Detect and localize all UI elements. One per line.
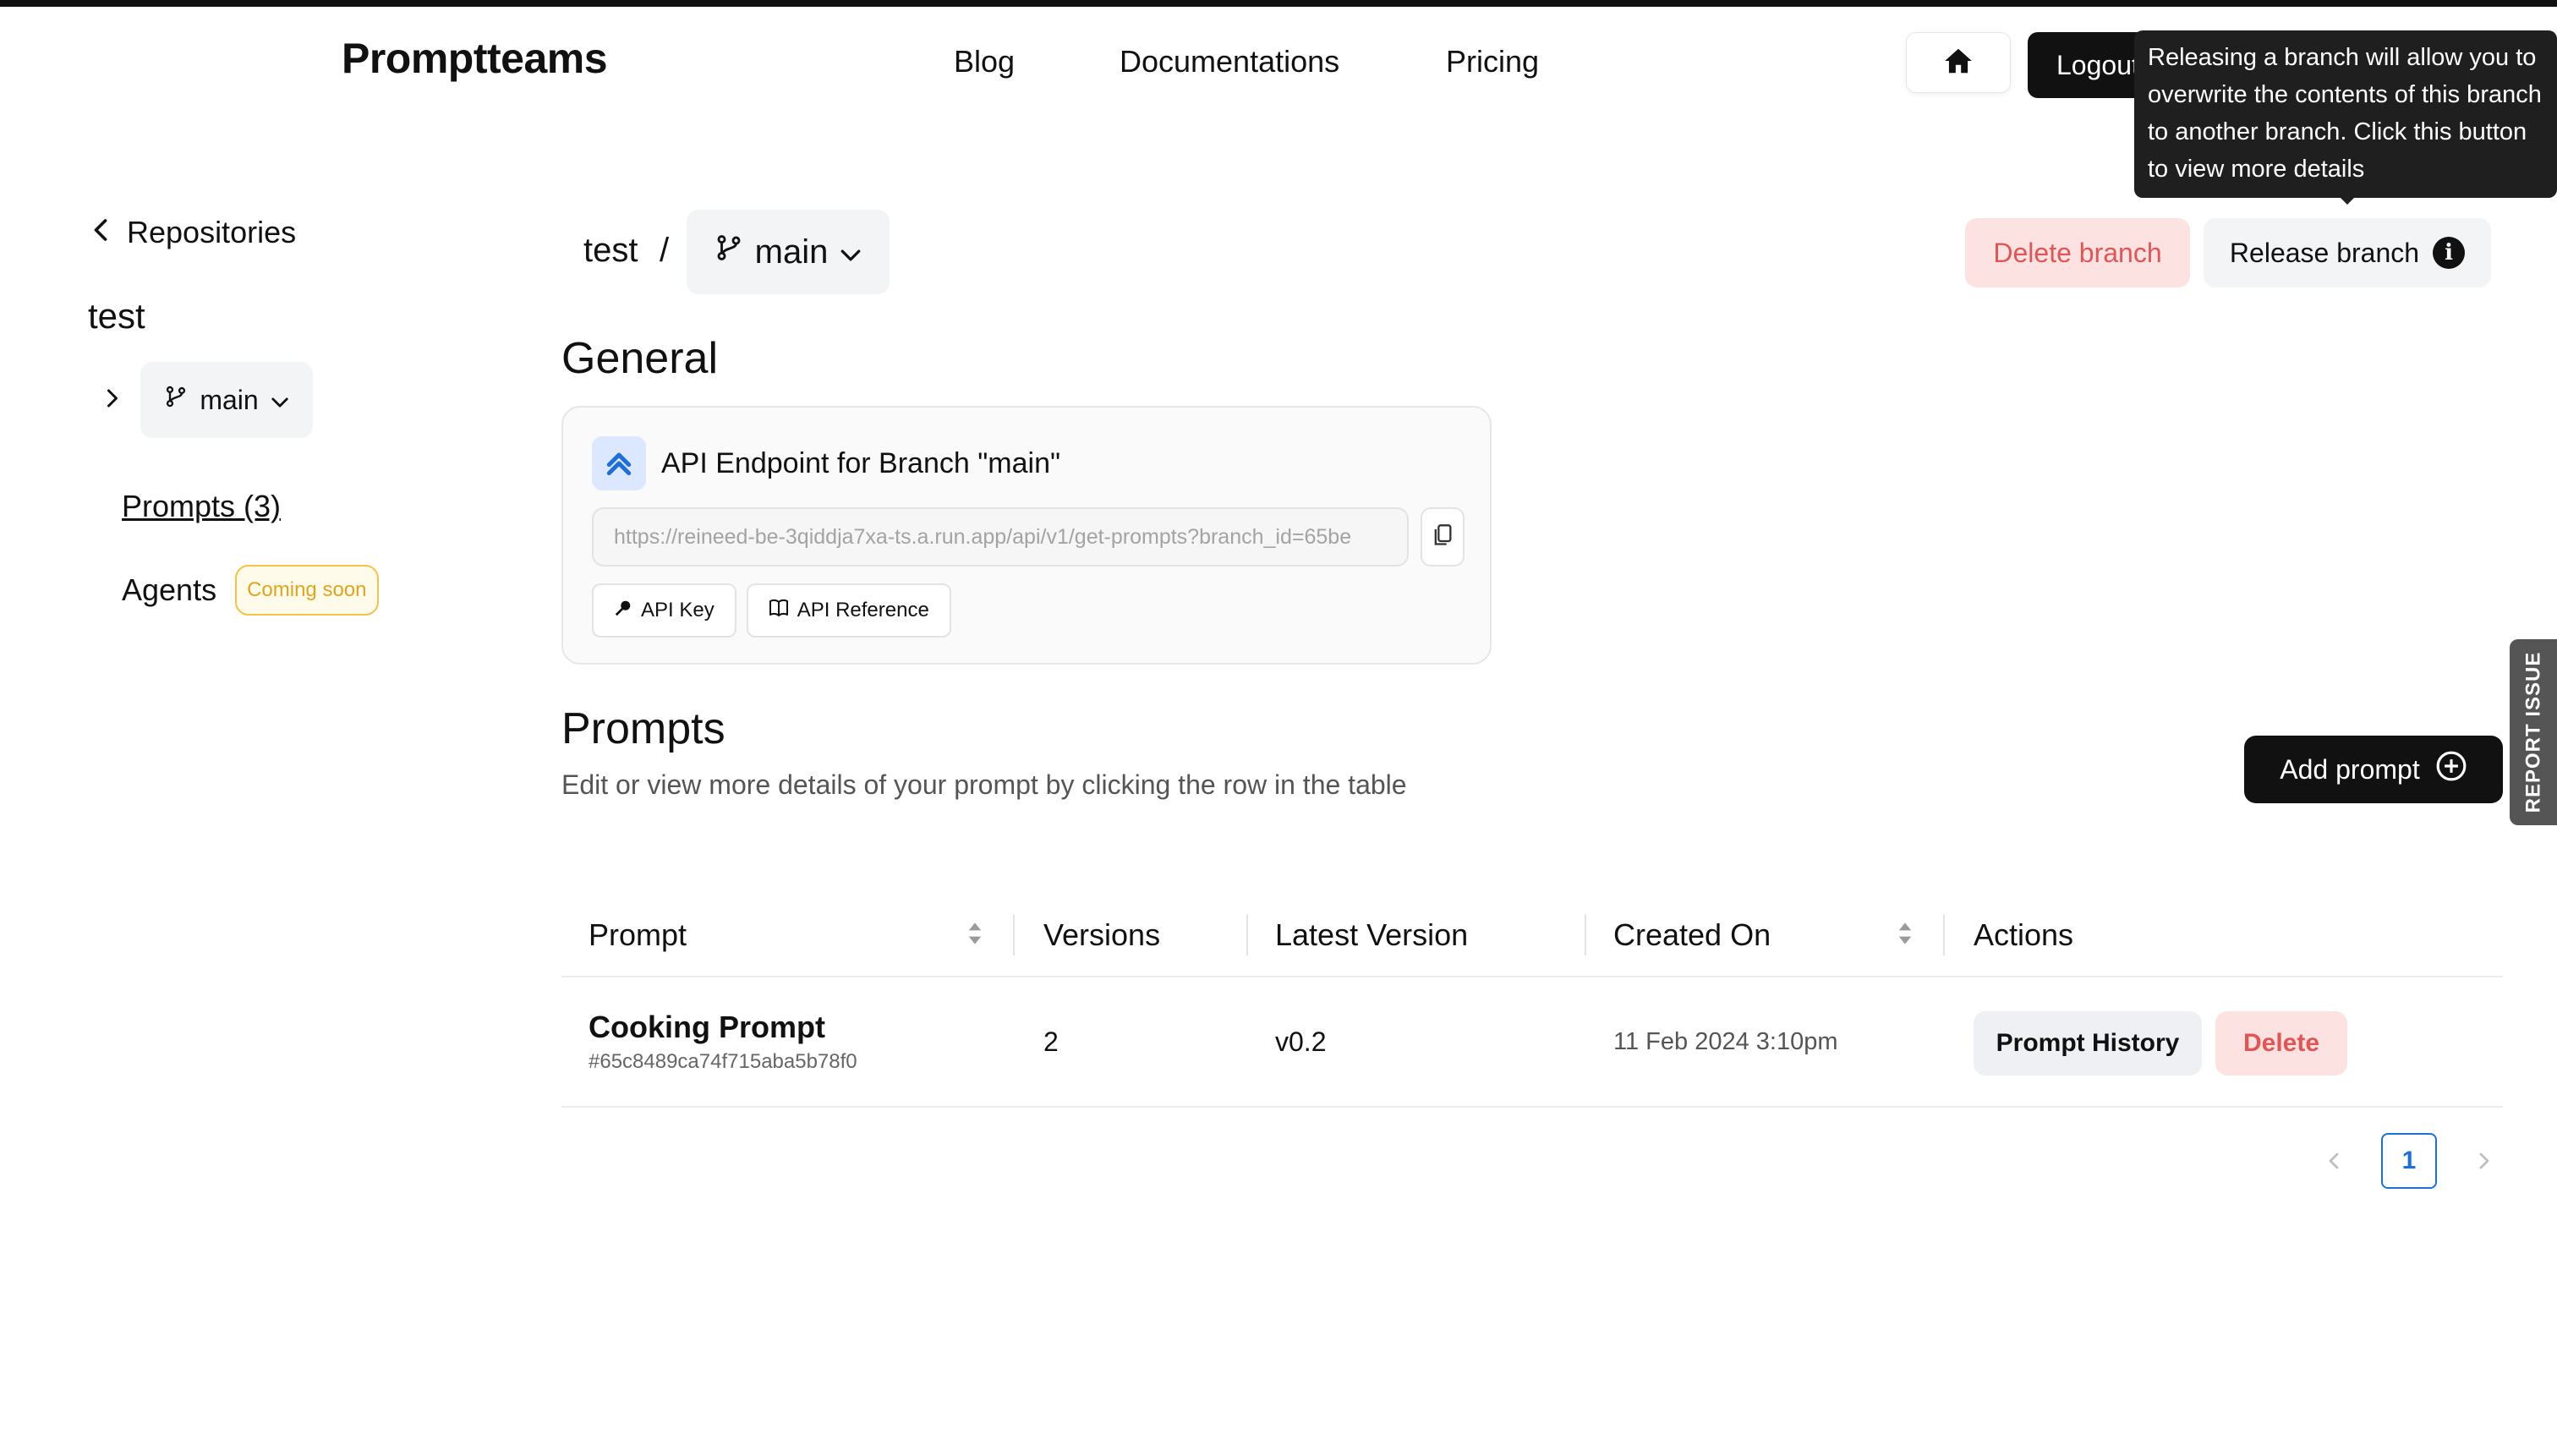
chevron-left-icon — [91, 215, 110, 250]
window-top-border — [0, 0, 2557, 7]
git-branch-icon — [715, 233, 743, 271]
table-row[interactable]: Cooking Prompt #65c8489ca74f715aba5b78f0… — [561, 977, 2503, 1108]
chevron-right-icon[interactable] — [105, 387, 120, 413]
api-key-button[interactable]: API Key — [592, 583, 736, 638]
api-key-label: API Key — [641, 599, 715, 621]
column-header-latest-version: Latest Version — [1275, 917, 1469, 952]
column-divider — [1246, 915, 1248, 955]
report-issue-tab[interactable]: REPORT ISSUE — [2510, 639, 2557, 825]
api-reference-label: API Reference — [797, 599, 929, 621]
copy-icon — [1432, 523, 1453, 551]
prompt-versions: 2 — [1043, 1026, 1059, 1057]
book-icon — [769, 599, 789, 623]
breadcrumb-separator: / — [660, 232, 670, 269]
chevron-down-icon — [840, 233, 862, 271]
api-endpoint-card: API Endpoint for Branch "main" https://r… — [561, 406, 1492, 665]
column-divider — [1585, 915, 1586, 955]
home-button[interactable] — [1906, 32, 2011, 93]
app-logo[interactable]: Promptteams — [342, 34, 608, 83]
branch-selector-label: main — [754, 233, 829, 271]
next-page-icon[interactable] — [2467, 1133, 2501, 1189]
coming-soon-badge: Coming soon — [235, 565, 379, 616]
column-divider — [1943, 915, 1945, 955]
prompt-history-button[interactable]: Prompt History — [1974, 1011, 2202, 1076]
general-section-title: General — [561, 334, 718, 383]
branch-selector[interactable]: main — [687, 210, 890, 294]
back-label: Repositories — [127, 215, 297, 249]
prompts-section-subtitle: Edit or view more details of your prompt… — [561, 769, 1407, 800]
tooltip-arrow — [2335, 193, 2359, 205]
column-header-versions: Versions — [1043, 917, 1161, 952]
release-branch-tooltip: Releasing a branch will allow you to ove… — [2134, 30, 2557, 198]
api-chevrons-icon — [592, 436, 646, 490]
sidebar-item-agents[interactable]: Agents Coming soon — [122, 565, 379, 616]
sidebar-branch-row: main — [105, 362, 313, 438]
chevron-down-icon — [271, 385, 289, 416]
release-branch-button[interactable]: Release branch i — [2204, 218, 2491, 287]
plus-circle-icon — [2435, 750, 2467, 789]
sidebar-branch-label: main — [200, 384, 259, 415]
prompts-section-title: Prompts — [561, 704, 725, 753]
info-icon: i — [2433, 237, 2466, 269]
tooltip-text: Releasing a branch will allow you to ove… — [2148, 44, 2542, 183]
pagination: 1 — [2317, 1133, 2501, 1189]
report-issue-label: REPORT ISSUE — [2521, 651, 2545, 813]
page-number-button[interactable]: 1 — [2381, 1133, 2437, 1189]
api-card-title: API Endpoint for Branch "main" — [661, 446, 1061, 479]
sidebar-branch-selector[interactable]: main — [140, 362, 313, 438]
release-branch-label: Release branch — [2229, 237, 2420, 268]
back-to-repositories-link[interactable]: Repositories — [91, 215, 296, 250]
api-endpoint-url-field[interactable]: https://reineed-be-3qiddja7xa-ts.a.run.a… — [592, 507, 1409, 567]
add-prompt-button[interactable]: Add prompt — [2244, 736, 2503, 803]
home-icon — [1941, 45, 1975, 81]
add-prompt-label: Add prompt — [2280, 753, 2420, 785]
sort-icon[interactable] — [1897, 917, 1913, 955]
previous-page-icon[interactable] — [2317, 1133, 2351, 1189]
prompt-name: Cooking Prompt — [589, 1010, 825, 1044]
sidebar-item-label: Agents — [122, 572, 217, 607]
key-icon — [614, 599, 632, 623]
delete-branch-button[interactable]: Delete branch — [1965, 218, 2190, 287]
column-header-actions: Actions — [1974, 917, 2074, 952]
sidebar-repo-name: test — [88, 296, 145, 336]
api-reference-button[interactable]: API Reference — [746, 583, 951, 638]
prompt-latest-version: v0.2 — [1275, 1026, 1327, 1057]
nav-pricing-link[interactable]: Pricing — [1446, 44, 1539, 79]
prompt-id: #65c8489ca74f715aba5b78f0 — [589, 1050, 857, 1073]
logout-label: Logout — [2056, 49, 2139, 80]
column-header-created-on[interactable]: Created On — [1613, 893, 1771, 977]
column-divider — [1013, 915, 1015, 955]
git-branch-icon — [164, 384, 188, 416]
prompt-created-on: 11 Feb 2024 3:10pm — [1613, 1028, 1838, 1055]
api-card-buttons: API Key API Reference — [592, 583, 951, 638]
sidebar-item-prompts[interactable]: Prompts (3) — [122, 489, 281, 524]
table-header: Prompt Versions Latest Version Created O… — [561, 893, 2503, 977]
copy-url-button[interactable] — [1421, 507, 1465, 567]
nav-blog-link[interactable]: Blog — [954, 44, 1015, 79]
breadcrumb-repo: test — [583, 232, 638, 269]
prompts-table: Prompt Versions Latest Version Created O… — [561, 893, 2503, 1108]
nav-documentations-link[interactable]: Documentations — [1120, 44, 1339, 79]
column-header-prompt[interactable]: Prompt — [589, 893, 687, 977]
api-card-header: API Endpoint for Branch "main" — [592, 436, 1060, 490]
sort-icon[interactable] — [967, 917, 983, 955]
delete-prompt-button[interactable]: Delete — [2215, 1011, 2347, 1076]
